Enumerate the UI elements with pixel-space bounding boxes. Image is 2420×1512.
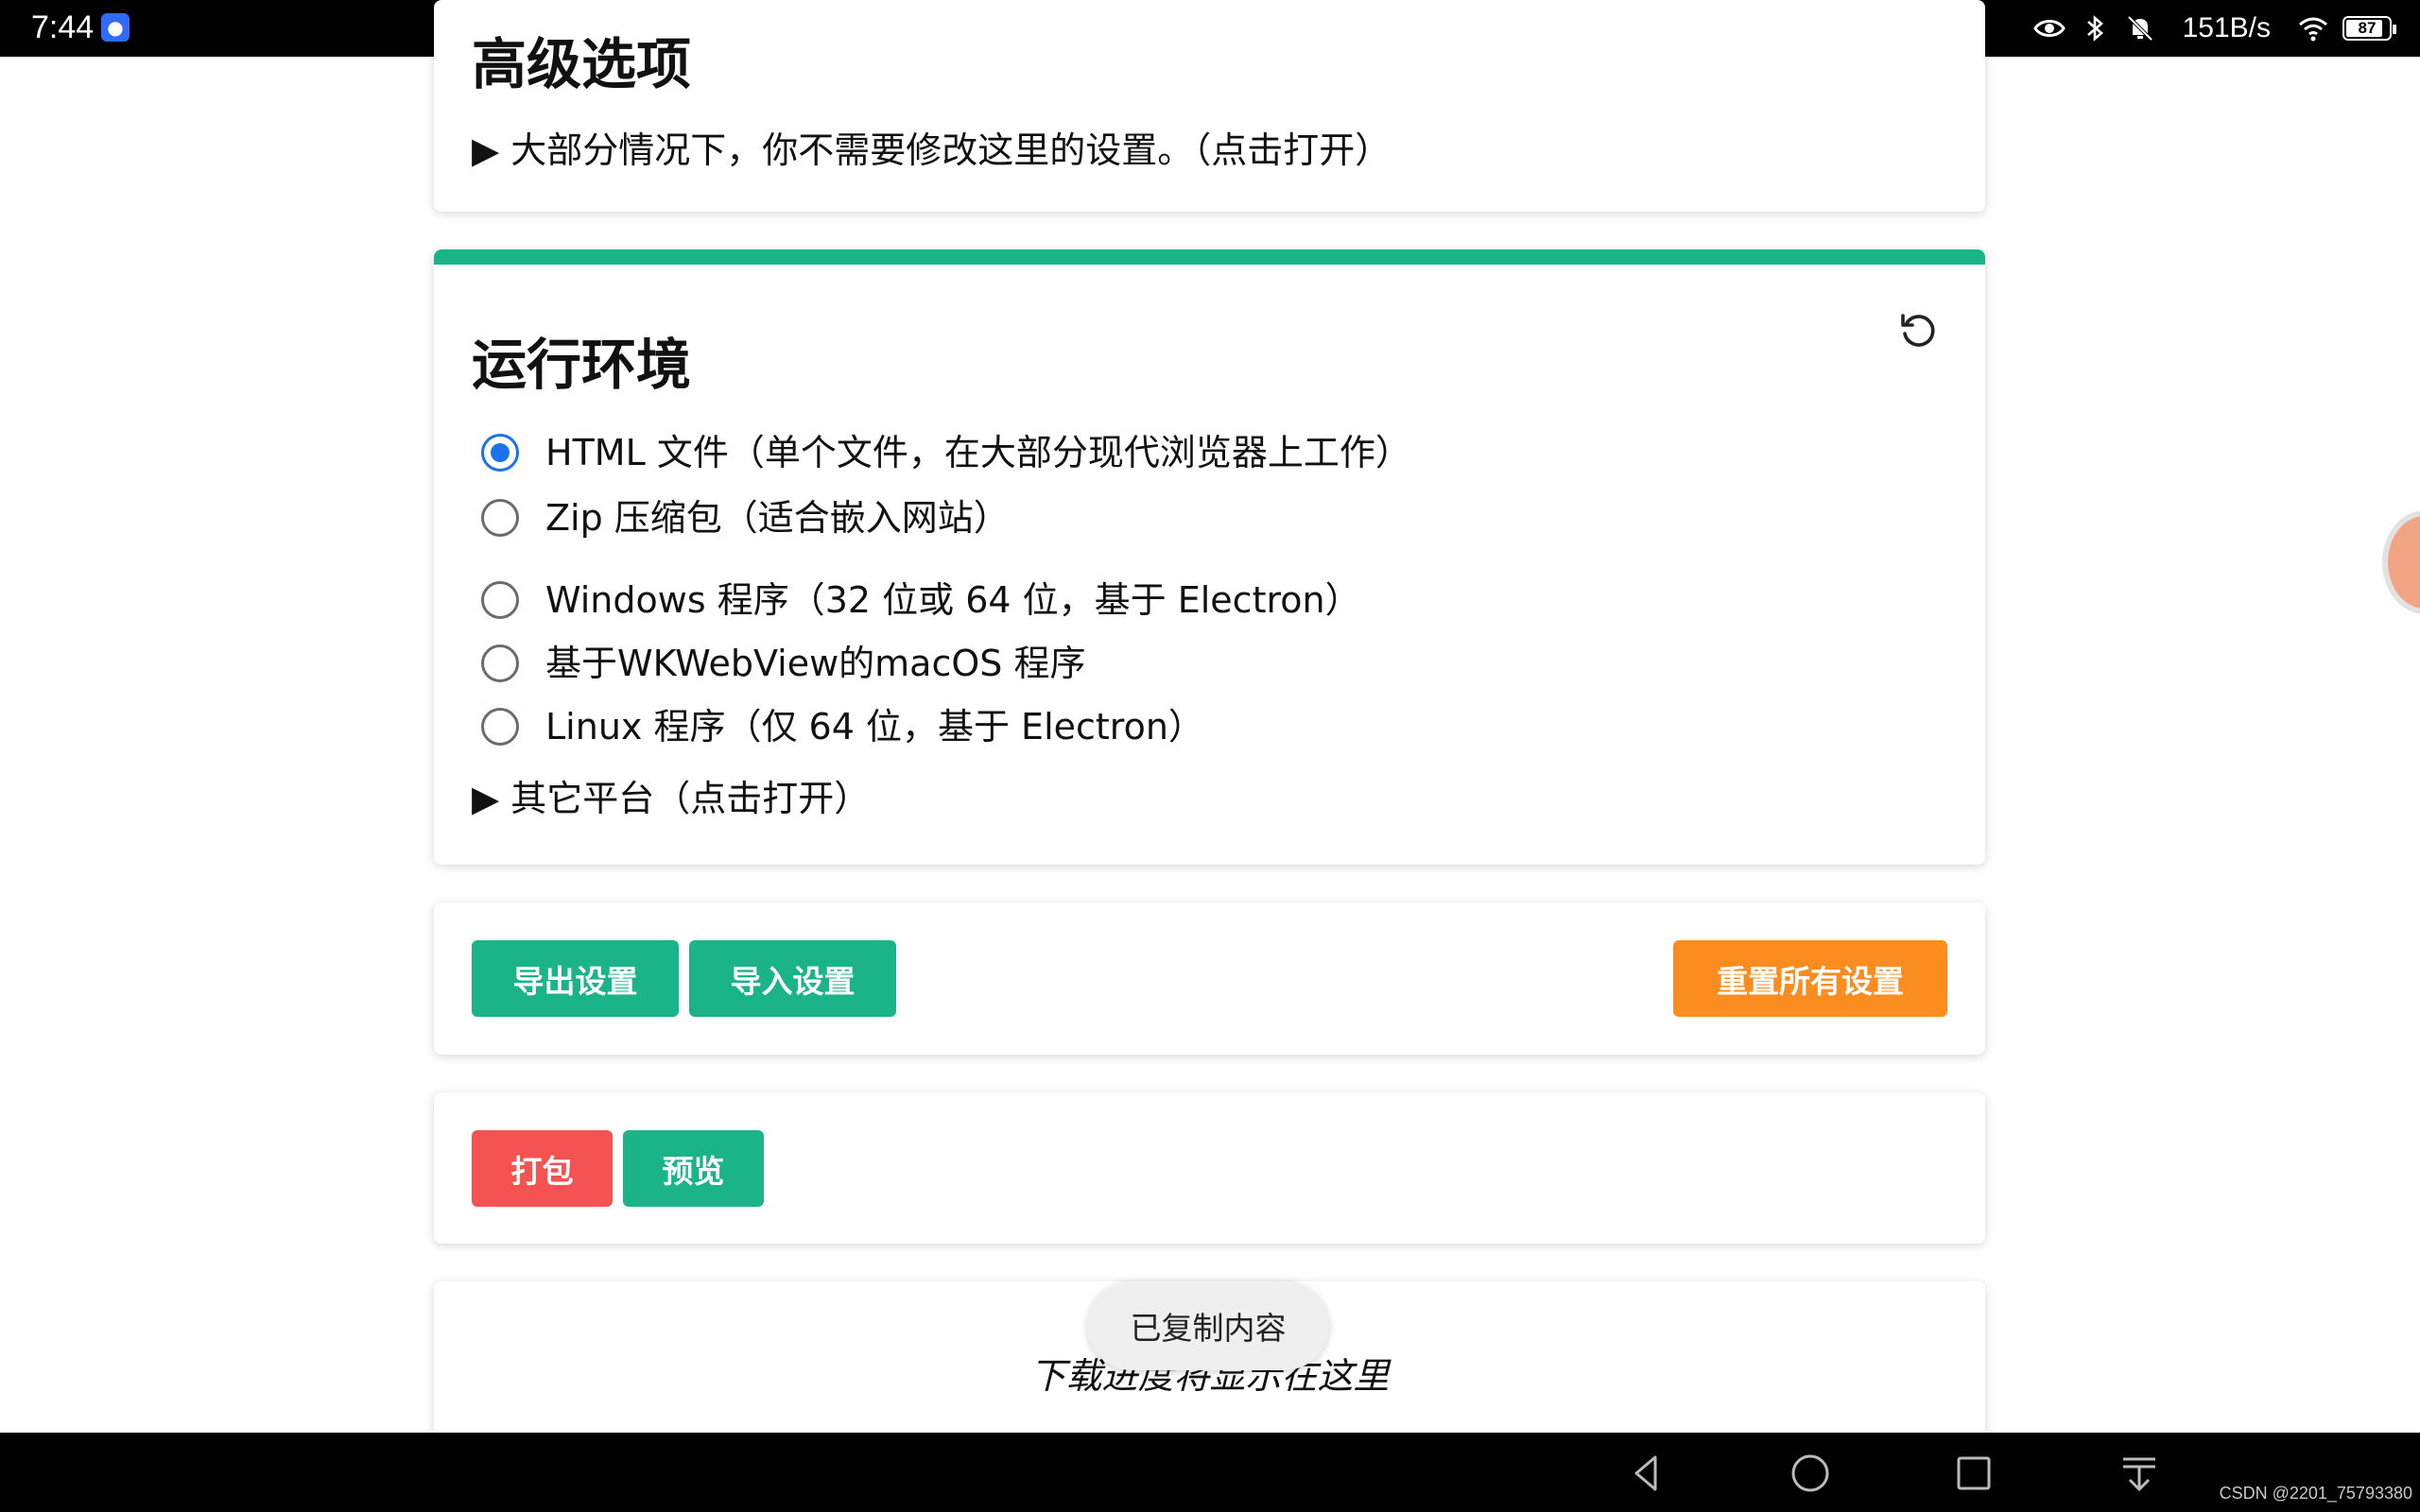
settings-actions-card: 导出设置 导入设置 重置所有设置: [434, 902, 1985, 1055]
env-option-zip[interactable]: Zip 压缩包（适合嵌入网站）: [481, 494, 1010, 541]
restore-icon[interactable]: [1895, 308, 1941, 353]
env-option-windows[interactable]: Windows 程序（32 位或 64 位，基于 Electron）: [481, 576, 1361, 624]
net-speed: 151B/s: [2182, 12, 2271, 43]
card-accent-bar: [434, 249, 1985, 265]
export-settings-button[interactable]: 导出设置: [472, 940, 679, 1017]
baidu-paw-icon: ●: [101, 13, 130, 42]
env-option-macos[interactable]: 基于WKWebView的macOS 程序: [481, 640, 1085, 687]
env-option-label: HTML 文件（单个文件，在大部分现代浏览器上工作）: [545, 432, 1411, 473]
env-option-html[interactable]: HTML 文件（单个文件，在大部分现代浏览器上工作）: [481, 429, 1411, 476]
status-time: 7:44: [31, 9, 95, 45]
radio-zip[interactable]: [481, 499, 519, 537]
advanced-options-card: 高级选项 ▶ 大部分情况下，你不需要修改这里的设置。（点击打开）: [434, 0, 1985, 212]
env-option-label: 基于WKWebView的macOS 程序: [545, 643, 1086, 684]
home-icon[interactable]: [1787, 1450, 1834, 1497]
copied-toast: 已复制内容: [1087, 1281, 1329, 1370]
advanced-options-title: 高级选项: [472, 32, 692, 96]
download-icon[interactable]: [2116, 1450, 2163, 1497]
csdn-watermark: CSDN @2201_75793380: [2219, 1484, 2412, 1503]
env-option-label: Linux 程序（仅 64 位，基于 Electron）: [545, 706, 1204, 747]
preview-button[interactable]: 预览: [623, 1130, 764, 1207]
bluetooth-icon: [2086, 15, 2103, 42]
radio-windows[interactable]: [481, 581, 519, 619]
advanced-options-summary[interactable]: ▶ 大部分情况下，你不需要修改这里的设置。（点击打开）: [472, 127, 1391, 174]
radio-linux[interactable]: [481, 708, 519, 746]
floating-assistant-button[interactable]: [2382, 510, 2420, 614]
recents-icon[interactable]: [1950, 1450, 1997, 1497]
env-option-linux[interactable]: Linux 程序（仅 64 位，基于 Electron）: [481, 703, 1204, 750]
battery-level: 87: [2358, 19, 2377, 37]
import-settings-button[interactable]: 导入设置: [689, 940, 896, 1017]
runtime-environment-card: 运行环境 HTML 文件（单个文件，在大部分现代浏览器上工作） Zip 压缩包（…: [434, 249, 1985, 865]
eye-icon: [2032, 20, 2066, 37]
mute-bell-icon: [2127, 15, 2153, 42]
radio-html[interactable]: [481, 434, 519, 472]
back-icon[interactable]: [1623, 1450, 1670, 1497]
reset-all-settings-button[interactable]: 重置所有设置: [1673, 940, 1947, 1017]
runtime-environment-title: 运行环境: [472, 333, 692, 397]
package-actions-card: 打包 预览: [434, 1092, 1985, 1244]
env-option-label: Zip 压缩包（适合嵌入网站）: [545, 497, 1010, 539]
wifi-icon: [2299, 17, 2327, 42]
status-icons: 151B/s 87: [2032, 9, 2396, 47]
navigation-bar: CSDN @2201_75793380: [0, 1433, 2420, 1512]
radio-macos[interactable]: [481, 644, 519, 682]
env-option-label: Windows 程序（32 位或 64 位，基于 Electron）: [545, 579, 1361, 621]
package-button[interactable]: 打包: [472, 1130, 613, 1207]
battery-icon: 87: [2342, 16, 2396, 41]
other-platforms-summary[interactable]: ▶ 其它平台（点击打开）: [472, 775, 870, 822]
